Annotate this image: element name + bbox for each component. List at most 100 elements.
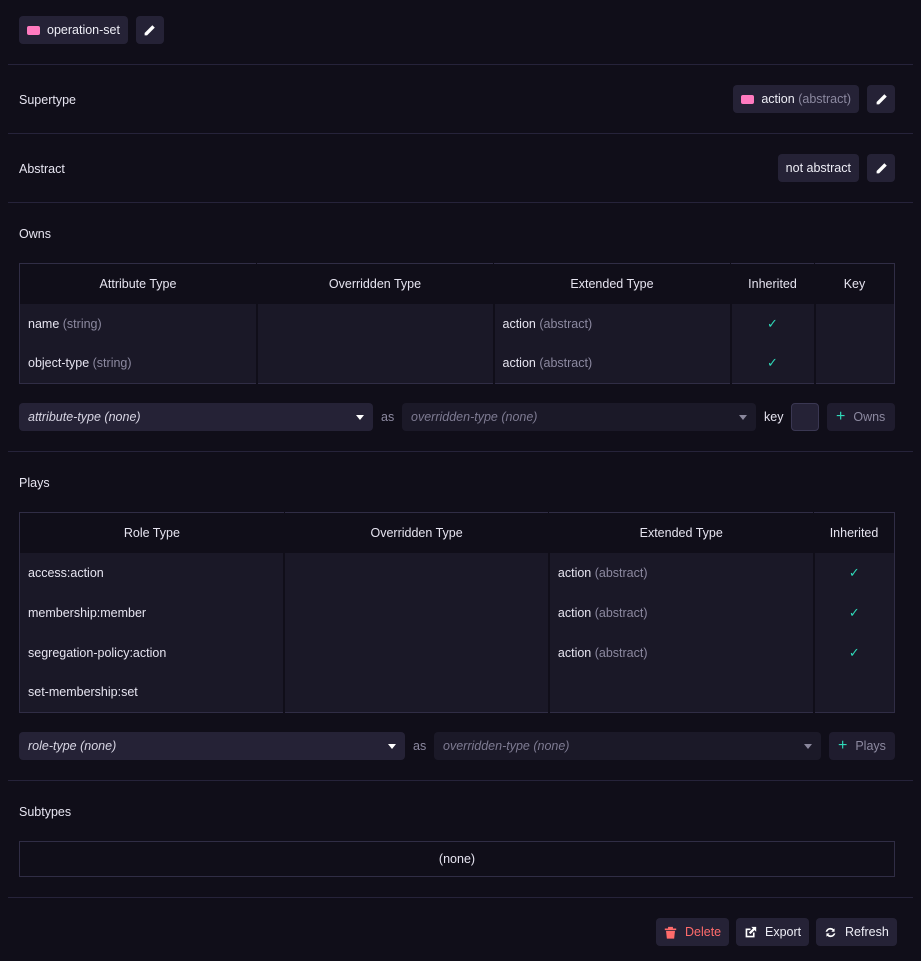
table-row[interactable]: set-membership:set xyxy=(19,672,895,713)
plays-table: Role Type Overridden Type Extended Type … xyxy=(19,512,895,713)
table-row[interactable]: object-type (string) action (abstract) ✓ xyxy=(19,343,895,384)
entity-swatch-icon xyxy=(27,25,40,35)
pencil-icon xyxy=(876,162,887,173)
abstract-label: Abstract xyxy=(19,162,65,176)
plays-overridden-type-select[interactable]: overridden-type (none) xyxy=(434,732,821,760)
edit-abstract-button[interactable] xyxy=(867,154,895,182)
key-cell xyxy=(814,303,895,344)
rename-button[interactable] xyxy=(135,16,164,44)
divider xyxy=(8,780,913,781)
delete-button[interactable]: Delete xyxy=(656,918,730,946)
subtypes-empty-text: (none) xyxy=(438,852,476,866)
role-cell: membership:member xyxy=(19,592,286,633)
extended-cell: action (abstract) xyxy=(493,303,732,344)
divider xyxy=(8,202,913,203)
check-icon: ✓ xyxy=(767,315,778,331)
owns-overridden-type-select[interactable]: overridden-type (none) xyxy=(402,403,756,431)
edit-supertype-button[interactable] xyxy=(867,85,895,113)
overridden-type-placeholder: overridden-type (none) xyxy=(411,410,538,424)
column-header: Key xyxy=(814,263,895,304)
plus-icon: + xyxy=(836,408,846,425)
column-header: Inherited xyxy=(813,512,895,553)
inherited-cell: ✓ xyxy=(730,303,816,344)
caret-down-icon xyxy=(739,414,747,420)
extended-cell xyxy=(548,672,815,713)
inherited-cell: ✓ xyxy=(813,592,895,633)
extended-type: action xyxy=(502,316,536,331)
check-icon: ✓ xyxy=(848,564,860,580)
inherited-cell: ✓ xyxy=(813,632,895,673)
extended-type: action xyxy=(557,565,592,580)
table-row[interactable]: membership:member action (abstract) ✓ xyxy=(19,592,895,633)
add-plays-label: Plays xyxy=(855,739,886,753)
extended-qualifier: (abstract) xyxy=(594,605,648,620)
attribute-type-placeholder: attribute-type (none) xyxy=(28,410,141,424)
plays-label: Plays xyxy=(19,476,50,490)
type-name: operation-set xyxy=(47,23,120,37)
overridden-cell xyxy=(256,303,495,344)
column-header: Attribute Type xyxy=(19,263,257,304)
abstract-value-chip: not abstract xyxy=(777,154,859,182)
attribute-name: object-type xyxy=(28,356,90,371)
column-header: Extended Type xyxy=(493,263,731,304)
divider xyxy=(8,64,913,65)
subtypes-list: (none) xyxy=(19,841,895,877)
abstract-group: not abstract xyxy=(777,154,895,182)
key-cell xyxy=(814,343,895,384)
delete-label: Delete xyxy=(685,925,722,939)
overridden-type-placeholder: overridden-type (none) xyxy=(443,739,570,753)
plays-header-row: Role Type Overridden Type Extended Type … xyxy=(19,512,895,553)
extended-cell: action (abstract) xyxy=(548,632,815,673)
overridden-cell xyxy=(284,592,550,633)
role-type-placeholder: role-type (none) xyxy=(28,739,117,753)
divider xyxy=(8,133,913,134)
caret-down-icon xyxy=(388,743,396,749)
caret-down-icon xyxy=(356,414,364,420)
inherited-cell: ✓ xyxy=(813,552,895,593)
plus-icon: + xyxy=(838,737,848,754)
external-link-icon xyxy=(745,926,757,937)
key-checkbox[interactable] xyxy=(791,403,819,431)
attribute-type-select[interactable]: attribute-type (none) xyxy=(19,403,373,431)
export-label: Export xyxy=(765,925,802,939)
refresh-button[interactable]: Refresh xyxy=(816,918,897,946)
check-icon: ✓ xyxy=(848,604,860,620)
export-button[interactable]: Export xyxy=(736,918,810,946)
owns-table: Attribute Type Overridden Type Extended … xyxy=(19,263,895,384)
supertype-chip[interactable]: action (abstract) xyxy=(733,85,859,113)
pencil-icon xyxy=(145,24,156,35)
attribute-cell: name (string) xyxy=(19,303,258,344)
type-header: operation-set xyxy=(19,16,895,44)
extended-cell: action (abstract) xyxy=(548,592,815,633)
refresh-icon xyxy=(825,927,836,937)
pencil-icon xyxy=(876,93,887,104)
add-plays-button[interactable]: + Plays xyxy=(829,732,895,760)
attribute-value-type: (string) xyxy=(92,356,132,371)
trash-icon xyxy=(664,926,677,939)
inherited-cell xyxy=(813,672,895,713)
column-header: Inherited xyxy=(730,263,815,304)
role-cell: set-membership:set xyxy=(19,672,286,713)
inherited-cell: ✓ xyxy=(730,343,816,384)
column-header: Overridden Type xyxy=(284,512,550,553)
role-cell: segregation-policy:action xyxy=(19,632,286,673)
owns-header-row: Attribute Type Overridden Type Extended … xyxy=(19,263,895,304)
add-owns-button[interactable]: + Owns xyxy=(827,403,895,431)
table-row[interactable]: access:action action (abstract) ✓ xyxy=(19,552,895,593)
extended-cell: action (abstract) xyxy=(548,552,815,593)
overridden-cell xyxy=(284,552,550,593)
entity-swatch-icon xyxy=(741,94,755,104)
column-header: Extended Type xyxy=(548,512,815,553)
column-header: Overridden Type xyxy=(256,263,494,304)
extended-cell: action (abstract) xyxy=(493,343,732,384)
table-row[interactable]: segregation-policy:action action (abstra… xyxy=(19,632,895,673)
role-type-select[interactable]: role-type (none) xyxy=(19,732,405,760)
extended-type: action xyxy=(557,645,592,660)
add-owns-label: Owns xyxy=(853,410,886,424)
supertype-qualifier: (abstract) xyxy=(798,92,851,106)
column-header: Role Type xyxy=(19,512,285,553)
table-row[interactable]: name (string) action (abstract) ✓ xyxy=(19,303,895,344)
extended-type: action xyxy=(502,356,536,371)
extended-qualifier: (abstract) xyxy=(539,356,593,371)
extended-qualifier: (abstract) xyxy=(539,316,593,331)
